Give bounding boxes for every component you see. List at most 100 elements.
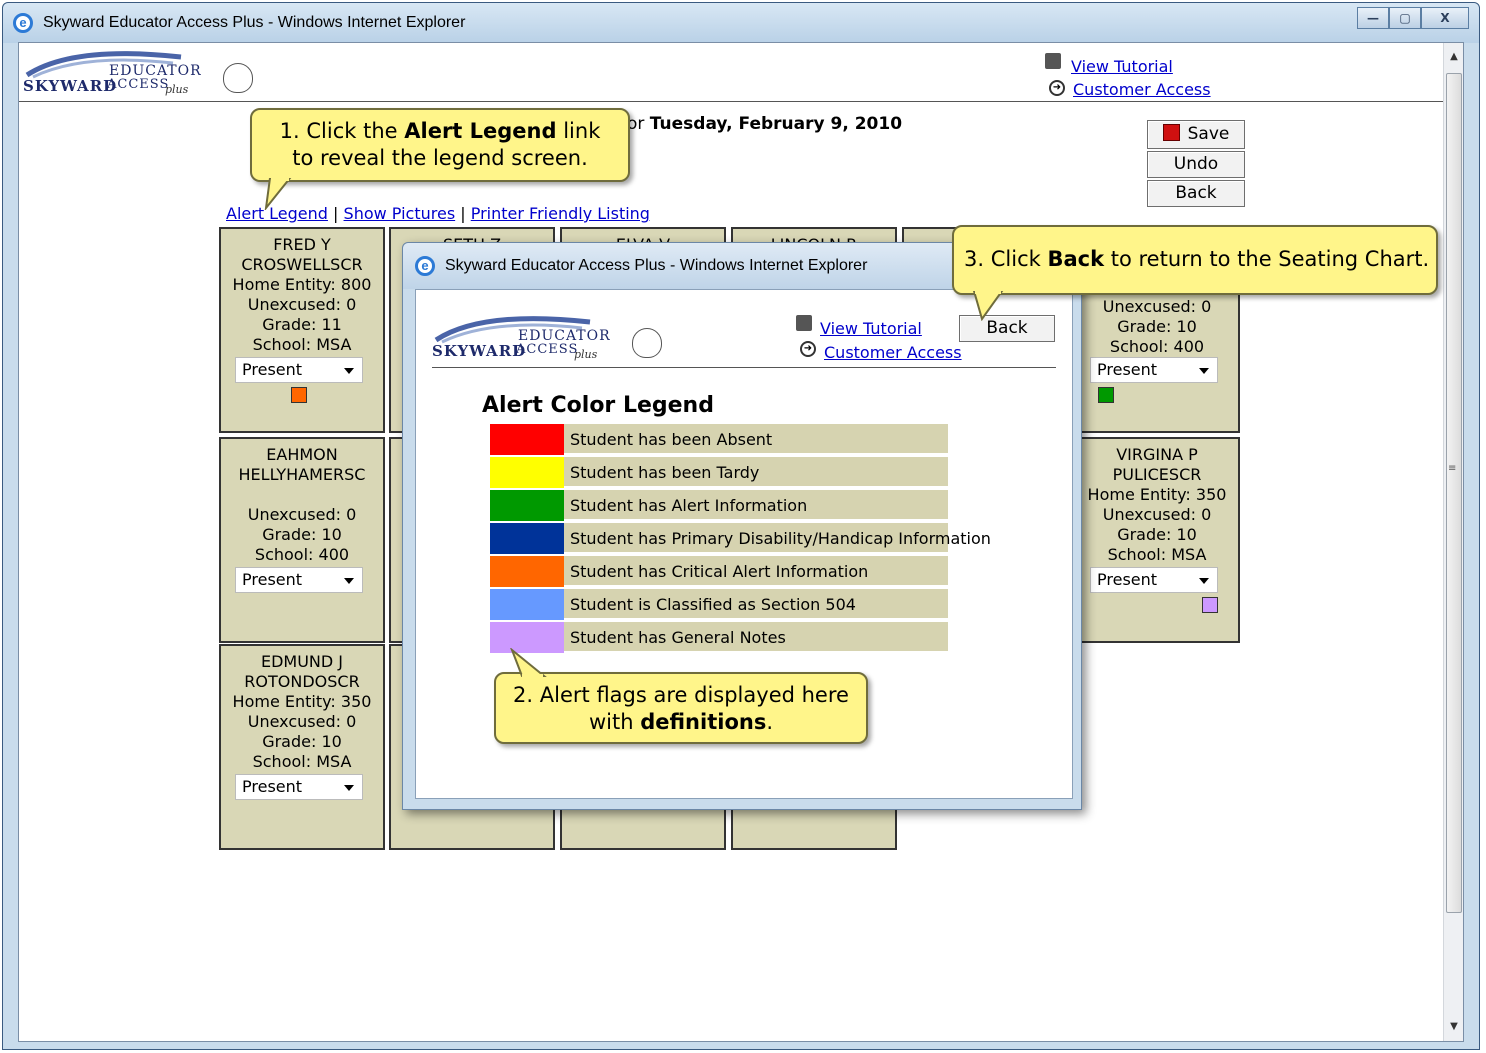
view-tutorial-link[interactable]: View Tutorial <box>1071 57 1173 76</box>
student-school: School: MSA <box>252 752 352 771</box>
apple-icon <box>632 328 662 358</box>
customer-access-link[interactable]: Customer Access <box>824 343 962 362</box>
tutorial-icon <box>1045 53 1061 69</box>
legend-swatch-disability <box>490 523 564 554</box>
student-unexcused: Unexcused: 0 <box>247 712 357 731</box>
maximize-button[interactable]: ▢ <box>1389 7 1421 29</box>
scroll-thumb[interactable] <box>1446 73 1462 913</box>
chevron-down-icon <box>344 368 354 374</box>
date-heading: or Tuesday, February 9, 2010 <box>627 114 902 134</box>
legend-label: Student is Classified as Section 504 <box>570 595 856 614</box>
link-separator: | <box>333 204 339 223</box>
alert-flag[interactable] <box>1098 387 1114 403</box>
student-first-name: EDMUND J <box>260 652 344 671</box>
logo-access-text: ACCESS <box>107 77 170 92</box>
back-button[interactable]: Back <box>1147 180 1245 207</box>
legend-row: Student has General Notes <box>490 622 948 653</box>
save-button[interactable]: Save <box>1147 120 1245 149</box>
customer-access-icon: ➜ <box>800 341 816 357</box>
legend-swatch-absent <box>490 424 564 455</box>
window-title: Skyward Educator Access Plus - Windows I… <box>43 14 466 31</box>
callout-step-3: 3. Click Back to return to the Seating C… <box>952 225 1438 295</box>
close-button[interactable]: X <box>1421 7 1469 29</box>
student-last-name: HELLYHAMERSC <box>238 465 366 484</box>
window-title-bar: e Skyward Educator Access Plus - Windows… <box>3 3 1479 43</box>
legend-swatch-alert <box>490 490 564 521</box>
callout-step-1: 1. Click the Alert Legend link to reveal… <box>250 108 630 182</box>
student-grade: Grade: 10 <box>1117 317 1197 336</box>
legend-label: Student has General Notes <box>570 628 786 647</box>
popup-title: Skyward Educator Access Plus - Windows I… <box>445 257 868 274</box>
callout-text: to reveal the legend screen. <box>292 146 588 170</box>
legend-label: Student has been Absent <box>570 430 773 449</box>
link-separator: | <box>460 204 466 223</box>
alert-flag[interactable] <box>1202 597 1218 613</box>
callout-text: Alert flags are displayed here <box>539 683 849 707</box>
ie-icon: e <box>415 256 435 276</box>
legend-swatch-tardy <box>490 457 564 488</box>
callout-text: Click <box>990 247 1041 271</box>
student-home-entity: Home Entity: 350 <box>232 692 372 711</box>
callout-text: Click the <box>306 119 398 143</box>
logo-access-text: ACCESS <box>516 342 579 357</box>
callout-number: 1. <box>279 119 300 143</box>
student-first-name: VIRGINA P <box>1116 445 1198 464</box>
callout-text: link <box>563 119 601 143</box>
chevron-down-icon <box>344 785 354 791</box>
scroll-grip-icon: ≡ <box>1448 463 1457 474</box>
callout-pointer-icon <box>510 648 547 678</box>
logo-skyward-text: SKYWARD <box>23 77 118 95</box>
student-unexcused: Unexcused: 0 <box>247 295 357 314</box>
student-school: School: MSA <box>252 335 352 354</box>
student-unexcused: Unexcused: 0 <box>1102 297 1212 316</box>
student-last-name: PULICESCR <box>1112 465 1202 484</box>
student-home-entity <box>221 485 383 505</box>
callout-text: to return to the Seating Chart. <box>1110 247 1430 271</box>
legend-label: Student has Primary Disability/Handicap … <box>570 529 991 548</box>
callout-bold-text: Alert Legend <box>404 119 557 143</box>
date-value: Tuesday, February 9, 2010 <box>649 114 903 134</box>
minimize-button[interactable]: — <box>1357 7 1389 29</box>
attendance-select[interactable]: Present <box>235 774 363 800</box>
header-divider <box>19 101 1443 102</box>
customer-access-link[interactable]: Customer Access <box>1073 80 1211 99</box>
student-card: EAHMON HELLYHAMERSC Unexcused: 0 Grade: … <box>219 437 385 643</box>
logo-plus-text: plus <box>574 348 598 361</box>
legend-swatch-critical <box>490 556 564 587</box>
scroll-up-icon[interactable]: ▲ <box>1444 47 1464 67</box>
apple-icon <box>223 63 253 93</box>
attendance-value: Present <box>242 360 303 379</box>
view-tutorial-link[interactable]: View Tutorial <box>820 319 922 338</box>
callout-pointer-icon <box>972 291 1004 321</box>
callout-pointer-icon <box>264 178 292 210</box>
legend-row: Student is Classified as Section 504 <box>490 589 948 620</box>
student-home-entity: Home Entity: 350 <box>1087 485 1227 504</box>
show-pictures-link[interactable]: Show Pictures <box>344 204 456 223</box>
legend-label: Student has been Tardy <box>570 463 760 482</box>
student-school: School: 400 <box>254 545 350 564</box>
student-card: FRED Y CROSWELLSCR Home Entity: 800 Unex… <box>219 227 385 433</box>
callout-text: with <box>588 710 634 734</box>
attendance-value: Present <box>242 570 303 589</box>
save-icon <box>1162 124 1180 141</box>
vertical-scrollbar[interactable]: ▲ ≡ ▼ <box>1443 43 1463 1041</box>
alert-flag[interactable] <box>291 387 307 403</box>
undo-button[interactable]: Undo <box>1147 151 1245 178</box>
callout-text: . <box>766 710 774 734</box>
attendance-select[interactable]: Present <box>235 567 363 593</box>
student-last-name: ROTONDOSCR <box>244 672 360 691</box>
legend-swatch-504 <box>490 589 564 620</box>
attendance-select[interactable]: Present <box>1090 567 1218 593</box>
logo-skyward-text: SKYWARD <box>432 342 527 360</box>
student-home-entity: Home Entity: 800 <box>232 275 372 294</box>
callout-bold-text: Back <box>1047 247 1105 271</box>
save-label: Save <box>1187 124 1230 144</box>
scroll-down-icon[interactable]: ▼ <box>1444 1017 1464 1037</box>
legend-label: Student has Critical Alert Information <box>570 562 869 581</box>
printer-friendly-link[interactable]: Printer Friendly Listing <box>471 204 650 223</box>
attendance-value: Present <box>1097 570 1158 589</box>
logo-plus-text: plus <box>165 83 189 96</box>
attendance-select[interactable]: Present <box>235 357 363 383</box>
legend-row: Student has been Absent <box>490 424 948 455</box>
attendance-select[interactable]: Present <box>1090 357 1218 383</box>
